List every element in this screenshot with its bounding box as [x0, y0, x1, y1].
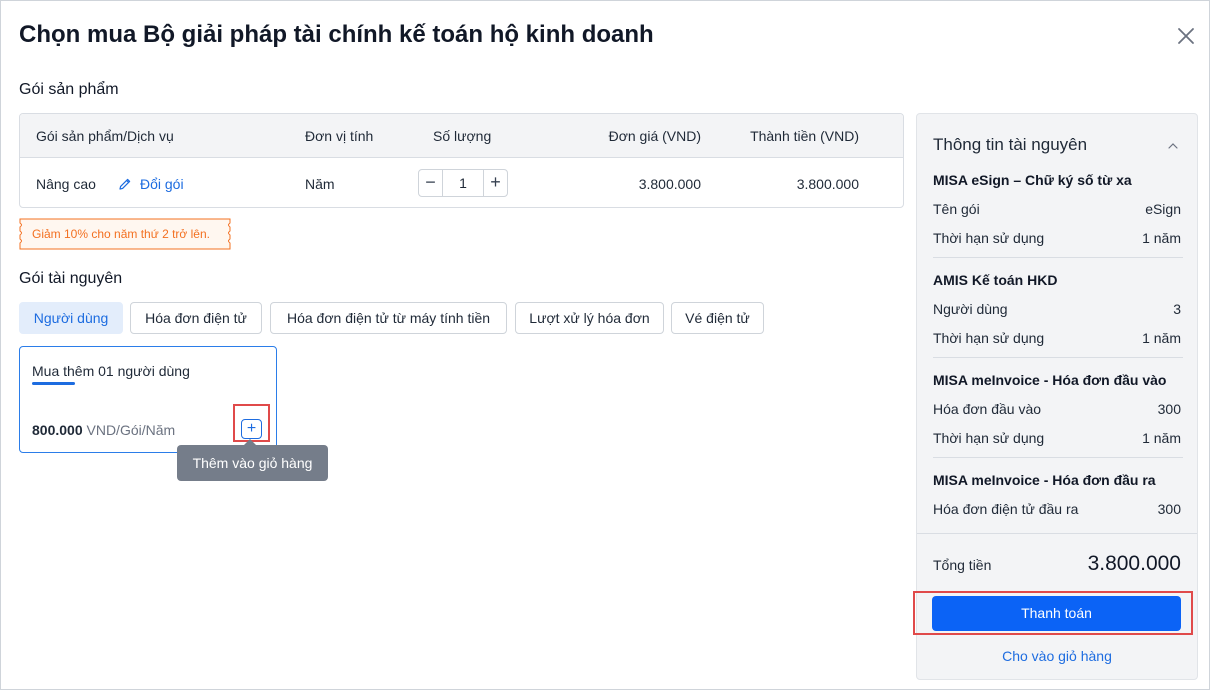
- group-divider: [933, 457, 1183, 458]
- unit-value: Năm: [305, 176, 335, 192]
- promo-text: Giảm 10% cho năm thứ 2 trở lên.: [32, 227, 210, 241]
- col-unit-price: Đơn giá (VND): [608, 128, 701, 144]
- col-total: Thành tiền (VND): [750, 128, 859, 144]
- tab-users[interactable]: Người dùng: [19, 302, 123, 334]
- promo-badge: Giảm 10% cho năm thứ 2 trở lên.: [19, 218, 231, 250]
- quantity-plus-button[interactable]: +: [483, 170, 507, 196]
- pencil-icon[interactable]: [118, 177, 132, 191]
- resource-section-label: Gói tài nguyên: [19, 270, 123, 287]
- pay-button[interactable]: Thanh toán: [932, 596, 1181, 631]
- panel-title: Thông tin tài nguyên: [933, 135, 1088, 154]
- group-title: MISA eSign – Chữ ký số từ xa: [933, 172, 1132, 188]
- card-title: Mua thêm 01 người dùng: [32, 363, 190, 379]
- info-row-value: eSign: [1145, 201, 1181, 217]
- unit-price-value: 3.800.000: [638, 176, 701, 192]
- group-divider: [933, 257, 1183, 258]
- col-product: Gói sản phẩm/Dịch vụ: [36, 128, 174, 144]
- total-value: 3.800.000: [796, 176, 859, 192]
- change-package-link[interactable]: Đổi gói: [140, 176, 184, 192]
- group-title: MISA meInvoice - Hóa đơn đầu ra: [933, 472, 1156, 488]
- col-unit: Đơn vị tính: [305, 128, 374, 144]
- tab-invoice-processing[interactable]: Lượt xử lý hóa đơn: [515, 302, 664, 334]
- info-row-value: 3: [1173, 301, 1181, 317]
- info-row-label: Người dùng: [933, 301, 1008, 317]
- info-row-label: Tên gói: [933, 201, 980, 217]
- card-price-amount: 800.000: [32, 422, 83, 438]
- info-row-label: Thời hạn sử dụng: [933, 330, 1045, 346]
- product-section-label: Gói sản phẩm: [19, 81, 119, 98]
- product-table-header: Gói sản phẩm/Dịch vụ Đơn vị tính Số lượn…: [20, 114, 903, 158]
- chevron-up-icon[interactable]: [1167, 138, 1179, 149]
- quantity-minus-button[interactable]: −: [419, 170, 443, 196]
- product-name: Nâng cao: [36, 176, 96, 192]
- add-to-cart-tooltip: Thêm vào giỏ hàng: [177, 445, 328, 481]
- dialog-title: Chọn mua Bộ giải pháp tài chính kế toán …: [19, 21, 654, 48]
- info-row-value: 1 năm: [1142, 230, 1181, 246]
- tab-e-ticket[interactable]: Vé điện tử: [671, 302, 764, 334]
- total-amount: 3.800.000: [1087, 552, 1181, 575]
- tab-e-invoice[interactable]: Hóa đơn điện tử: [130, 302, 262, 334]
- group-title: MISA meInvoice - Hóa đơn đầu vào: [933, 372, 1167, 388]
- card-price: 800.000 VND/Gói/Năm: [32, 422, 175, 438]
- close-icon[interactable]: [1175, 25, 1197, 47]
- info-row-label: Thời hạn sử dụng: [933, 430, 1045, 446]
- purchase-dialog: Chọn mua Bộ giải pháp tài chính kế toán …: [0, 0, 1210, 690]
- quantity-value[interactable]: 1: [443, 175, 483, 191]
- total-divider: [917, 533, 1197, 534]
- info-row-label: Hóa đơn điện tử đầu ra: [933, 501, 1079, 517]
- card-underline: [32, 382, 75, 385]
- quantity-stepper: − 1 +: [418, 169, 508, 197]
- add-to-cart-link[interactable]: Cho vào giỏ hàng: [916, 648, 1198, 664]
- group-title: AMIS Kế toán HKD: [933, 272, 1058, 288]
- card-price-unit: VND/Gói/Năm: [86, 422, 176, 438]
- col-quantity: Số lượng: [433, 128, 492, 144]
- product-table: Gói sản phẩm/Dịch vụ Đơn vị tính Số lượn…: [19, 113, 904, 208]
- tab-cash-register-invoice[interactable]: Hóa đơn điện tử từ máy tính tiền: [270, 302, 507, 334]
- total-label: Tổng tiền: [933, 557, 992, 573]
- info-row-value: 300: [1157, 501, 1181, 517]
- info-row-value: 300: [1157, 401, 1181, 417]
- info-row-label: Thời hạn sử dụng: [933, 230, 1045, 246]
- info-row-value: 1 năm: [1142, 430, 1181, 446]
- plus-icon[interactable]: +: [241, 419, 262, 439]
- info-row-label: Hóa đơn đầu vào: [933, 401, 1042, 417]
- info-row-value: 1 năm: [1142, 330, 1181, 346]
- group-divider: [933, 357, 1183, 358]
